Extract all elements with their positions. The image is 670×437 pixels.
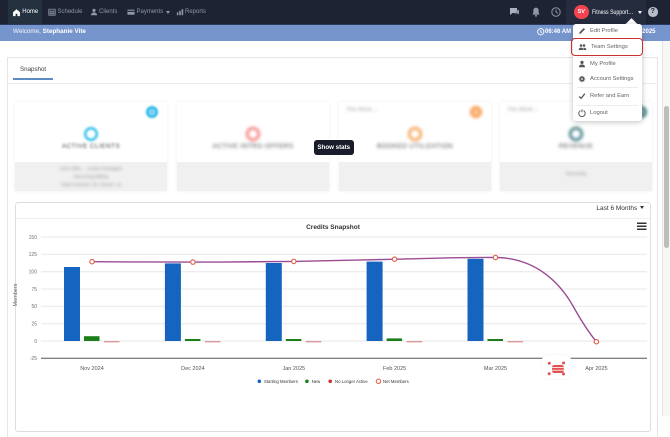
svg-text:Starting Members: Starting Members	[264, 379, 298, 384]
svg-text:No Longer Active: No Longer Active	[335, 379, 368, 384]
svg-text:Nov 2024: Nov 2024	[80, 366, 104, 372]
svg-text:100: 100	[29, 270, 38, 276]
svg-text:125: 125	[29, 252, 38, 258]
svg-text:Net Members: Net Members	[383, 379, 409, 384]
svg-text:Jan 2025: Jan 2025	[282, 366, 305, 372]
svg-text:New: New	[312, 379, 321, 384]
svg-text:Mar 2025: Mar 2025	[484, 366, 507, 372]
svg-text:Feb 2025: Feb 2025	[383, 366, 406, 372]
svg-text:Apr 2025: Apr 2025	[585, 366, 607, 372]
svg-text:25: 25	[31, 322, 37, 328]
svg-text:75: 75	[31, 287, 37, 293]
svg-text:50: 50	[31, 304, 37, 310]
svg-text:Credits Snapshot: Credits Snapshot	[306, 224, 361, 231]
svg-text:-25: -25	[30, 356, 37, 362]
svg-text:Members: Members	[13, 283, 19, 306]
svg-text:150: 150	[29, 235, 38, 241]
svg-text:0: 0	[34, 339, 37, 345]
svg-text:Dec 2024: Dec 2024	[181, 366, 205, 372]
